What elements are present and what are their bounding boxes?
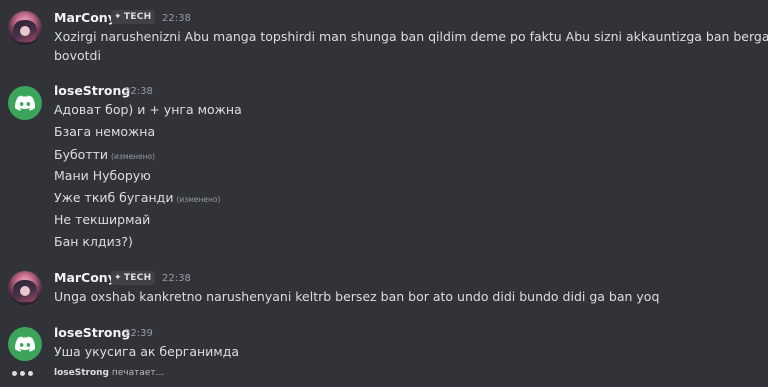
message-text: Буботти xyxy=(54,147,109,162)
timestamp[interactable]: 22:39 xyxy=(124,326,153,341)
message-line: Xozirgi narushenizni Abu manga topshirdi… xyxy=(54,29,768,44)
avatar[interactable] xyxy=(8,86,42,120)
edited-label: (изменено) xyxy=(111,152,156,161)
discord-logo-icon xyxy=(15,95,35,111)
timestamp[interactable]: 22:38 xyxy=(124,84,153,99)
avatar-face xyxy=(20,286,30,296)
discord-logo-icon xyxy=(15,336,35,352)
server-tag-label: TECH xyxy=(123,12,152,22)
sparkle-icon: ✦ xyxy=(114,12,122,22)
avatar[interactable] xyxy=(8,271,42,305)
message-line: Адоват бор) и + унга можна xyxy=(54,102,242,117)
message-line: Unga oxshab kankretno narushenyani keltr… xyxy=(54,289,660,304)
server-tag-label: TECH xyxy=(123,273,152,283)
avatar-face xyxy=(20,26,30,36)
message-text: Уже ткиб буганди xyxy=(54,190,174,205)
timestamp[interactable]: 22:38 xyxy=(162,271,191,286)
author-name[interactable]: MarCony xyxy=(54,270,116,285)
message-line: Буботти (изменено) xyxy=(54,145,155,166)
message-line: Уша укусига ак берганимда xyxy=(54,344,240,359)
message-line: Бан клдиз?) xyxy=(54,234,133,249)
sparkle-icon: ✦ xyxy=(114,273,122,283)
chat-message-list: MarCony ✦ TECH 22:38 Xozirgi narushenizn… xyxy=(0,0,768,387)
message-line: Бзага неможна xyxy=(54,124,156,139)
server-tag[interactable]: ✦ TECH xyxy=(111,271,156,285)
edited-label: (изменено) xyxy=(176,195,221,204)
author-name[interactable]: MarCony xyxy=(54,10,116,25)
typing-dots-icon xyxy=(12,366,36,380)
author-name[interactable]: loseStrong xyxy=(54,325,130,340)
timestamp[interactable]: 22:38 xyxy=(162,11,191,26)
message-line: bovotdi xyxy=(54,48,101,63)
avatar[interactable] xyxy=(8,327,42,361)
message-line: Уже ткиб буганди (изменено) xyxy=(54,188,220,209)
avatar[interactable] xyxy=(8,11,42,45)
server-tag[interactable]: ✦ TECH xyxy=(111,10,156,24)
message-line: Мани Нуборую xyxy=(54,168,151,183)
typing-indicator: loseStrong печатает... xyxy=(54,366,164,380)
author-name[interactable]: loseStrong xyxy=(54,83,130,98)
typing-text: печатает... xyxy=(111,368,165,378)
message-line: Не текширмай xyxy=(54,212,151,227)
typing-user: loseStrong xyxy=(54,368,109,378)
